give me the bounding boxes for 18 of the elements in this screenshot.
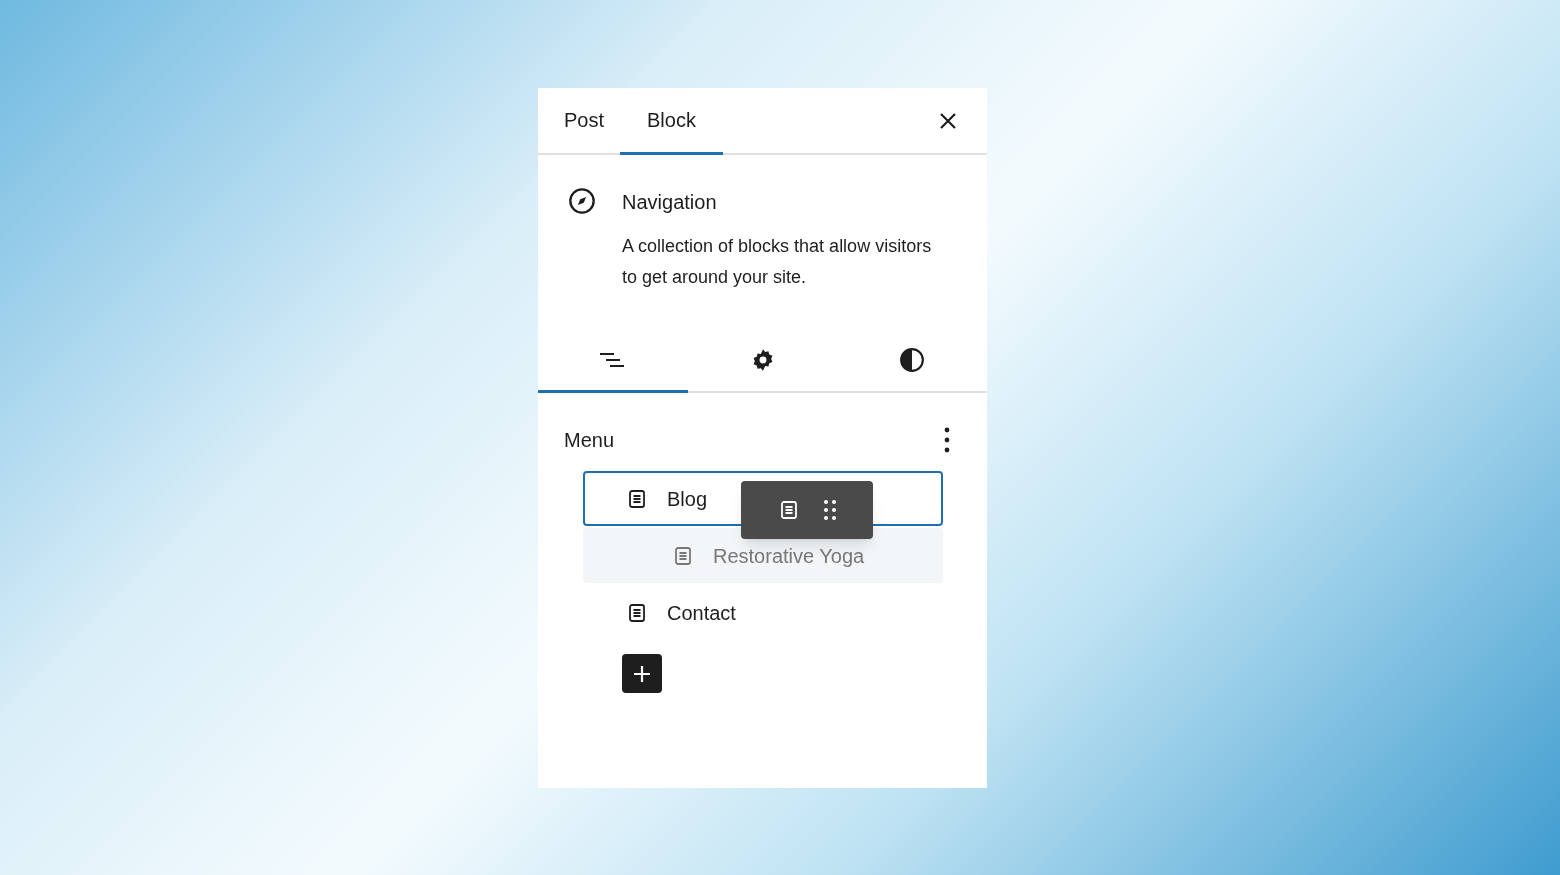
menu-item-label: Restorative Yoga: [713, 543, 865, 569]
compass-icon: [568, 187, 596, 215]
menu-item-label: Contact: [667, 600, 736, 626]
menu-item[interactable]: Restorative Yoga: [583, 528, 943, 583]
sidebar-tab[interactable]: Block: [620, 88, 723, 155]
plus-icon: [632, 663, 652, 684]
block-description: A collection of blocks that allow visitors to get around your site.: [622, 235, 932, 289]
contrast-icon: [899, 346, 926, 373]
sidebar-tab[interactable]: Post: [548, 88, 621, 155]
drag-chip[interactable]: [741, 481, 873, 539]
add-block-button[interactable]: [622, 654, 662, 693]
menu-item-label: Blog: [667, 486, 708, 512]
menu-title: Menu: [564, 428, 615, 453]
more-options-icon: [944, 427, 950, 453]
drag-handle-icon: [823, 499, 837, 521]
block-title: Navigation: [622, 190, 718, 215]
close-icon: [939, 111, 957, 130]
menu-item[interactable]: Contact: [583, 585, 943, 640]
